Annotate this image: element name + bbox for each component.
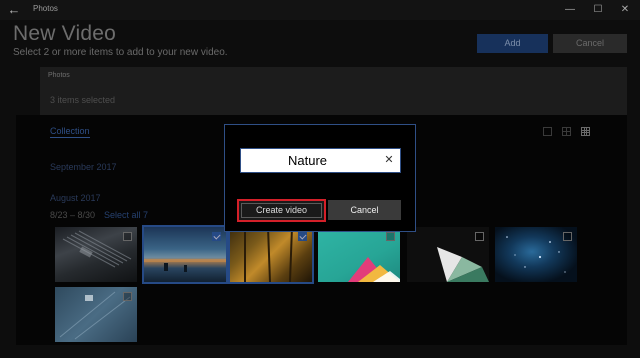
back-arrow-icon[interactable]: ← bbox=[6, 3, 22, 17]
photo-checkbox[interactable] bbox=[475, 232, 484, 241]
minimize-icon[interactable]: — bbox=[559, 2, 581, 18]
dialog-cancel-button[interactable]: Cancel bbox=[328, 200, 401, 220]
photo-thumbnail[interactable] bbox=[495, 227, 577, 282]
photo-thumbnail[interactable] bbox=[318, 227, 400, 282]
close-icon[interactable]: ✕ bbox=[614, 2, 636, 18]
window-title: Photos bbox=[33, 4, 58, 13]
page-title: New Video bbox=[13, 22, 116, 45]
month-header-september: September 2017 bbox=[50, 162, 117, 172]
photo-checkbox[interactable] bbox=[212, 232, 221, 241]
tab-collection[interactable]: Collection bbox=[50, 126, 90, 138]
selection-bar-label: Photos bbox=[48, 72, 70, 79]
view-small-icon[interactable] bbox=[581, 127, 590, 136]
photo-thumbnail[interactable] bbox=[55, 287, 137, 342]
video-name-input[interactable]: Nature bbox=[240, 148, 401, 173]
title-bar bbox=[0, 0, 640, 20]
photo-thumbnail[interactable] bbox=[55, 227, 137, 282]
photo-thumbnail[interactable] bbox=[407, 227, 489, 282]
month-header-august: August 2017 bbox=[50, 193, 101, 203]
maximize-icon[interactable]: ☐ bbox=[587, 2, 609, 18]
cancel-button[interactable]: Cancel bbox=[553, 34, 627, 53]
photo-checkbox[interactable] bbox=[298, 232, 307, 241]
selection-bar: Photos 3 items selected bbox=[40, 67, 627, 115]
clear-text-icon[interactable]: ✕ bbox=[383, 153, 395, 167]
add-button[interactable]: Add bbox=[477, 34, 548, 53]
view-large-icon[interactable] bbox=[543, 127, 552, 136]
date-range: 8/23 – 8/30 bbox=[50, 210, 96, 220]
photo-thumbnail[interactable] bbox=[228, 225, 314, 284]
photo-checkbox[interactable] bbox=[386, 232, 395, 241]
view-medium-icon[interactable] bbox=[562, 127, 571, 136]
page-subtitle: Select 2 or more items to add to your ne… bbox=[13, 47, 228, 58]
photo-thumbnail[interactable] bbox=[142, 225, 228, 284]
create-video-focus-ring bbox=[241, 203, 322, 218]
select-all-link[interactable]: Select all 7 bbox=[104, 210, 148, 220]
photo-checkbox[interactable] bbox=[123, 292, 132, 301]
photo-checkbox[interactable] bbox=[123, 232, 132, 241]
photo-checkbox[interactable] bbox=[563, 232, 572, 241]
selected-count: 3 items selected bbox=[50, 95, 116, 105]
